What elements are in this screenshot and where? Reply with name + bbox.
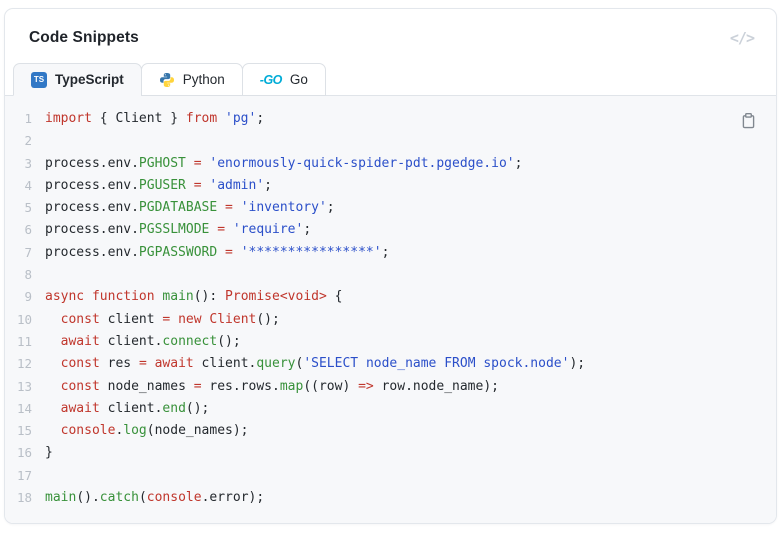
- page-title: Code Snippets: [29, 29, 139, 46]
- code-line: 10 const client = new Client();: [5, 309, 776, 331]
- code-brackets-icon: </>: [729, 29, 755, 47]
- line-content: main().catch(console.error);: [45, 490, 265, 506]
- line-number: 17: [16, 467, 32, 483]
- code-line: 18 main().catch(console.error);: [5, 487, 776, 509]
- code-snippets-panel: Code Snippets </> TS TypeScript Python -…: [4, 8, 777, 524]
- code-line: 16}: [5, 442, 776, 464]
- line-content: const client = new Client();: [60, 311, 280, 327]
- tab-label: Python: [182, 72, 225, 87]
- line-content: await client.end();: [60, 400, 210, 416]
- line-number: 7: [24, 244, 32, 260]
- code-line: 13 const node_names = res.rows.map((row)…: [5, 376, 776, 398]
- line-number: 16: [16, 445, 32, 461]
- line-content: process.env.PGDATABASE = 'inventory';: [45, 200, 335, 216]
- tab-label: TypeScript: [55, 72, 124, 87]
- code-line: 15 console.log(node_names);: [5, 420, 776, 442]
- line-content: console.log(node_names);: [60, 423, 249, 439]
- line-number: 15: [16, 423, 32, 439]
- line-content: process.env.PGHOST = 'enormously-quick-s…: [45, 155, 523, 171]
- code-line: 6 process.env.PGSSLMODE = 'require';: [5, 219, 776, 241]
- tab-typescript[interactable]: TS TypeScript: [13, 63, 142, 96]
- line-number: 18: [16, 490, 32, 506]
- code-line: 17: [5, 465, 776, 487]
- python-icon: [159, 72, 175, 88]
- line-content: const node_names = res.rows.map((row) =>…: [60, 378, 499, 394]
- code-line: 1 import { Client } from 'pg';: [5, 108, 776, 130]
- code-editor: 1 import { Client } from 'pg'; 2 3 process.e…: [5, 95, 776, 523]
- line-content: await client.connect();: [60, 333, 241, 349]
- line-content: process.env.PGPASSWORD = '**************…: [45, 244, 390, 260]
- line-content: const res = await client.query('SELECT n…: [60, 356, 586, 372]
- code-line: 7 process.env.PGPASSWORD = '*************…: [5, 242, 776, 264]
- code-line: 9 async function main(): Promise<void> {: [5, 286, 776, 308]
- line-number: 14: [16, 400, 32, 416]
- tab-label: Go: [289, 72, 308, 87]
- clipboard-icon: [740, 112, 757, 129]
- go-icon: -GO: [259, 72, 283, 87]
- code-line: 2: [5, 130, 776, 152]
- line-number: 10: [16, 311, 32, 327]
- line-number: 5: [24, 200, 32, 216]
- code-line: 4 process.env.PGUSER = 'admin';: [5, 175, 776, 197]
- line-content: }: [45, 445, 53, 461]
- line-content: import { Client } from 'pg';: [45, 111, 265, 126]
- typescript-icon: TS: [31, 71, 47, 88]
- panel-header: Code Snippets </>: [5, 9, 776, 63]
- code-lines: 1 import { Client } from 'pg'; 2 3 process.e…: [5, 108, 776, 509]
- line-number: 3: [24, 155, 32, 171]
- line-number: 12: [16, 356, 32, 372]
- line-number: 4: [24, 177, 32, 193]
- line-number: 2: [24, 133, 32, 149]
- line-number: 8: [24, 267, 32, 283]
- line-number: 9: [24, 289, 32, 305]
- line-content: async function main(): Promise<void> {: [45, 289, 343, 305]
- code-line: 11 await client.connect();: [5, 331, 776, 353]
- code-line: 8: [5, 264, 776, 286]
- line-number: 11: [16, 333, 32, 349]
- code-line: 3 process.env.PGHOST = 'enormously-quick-…: [5, 153, 776, 175]
- language-tabs: TS TypeScript Python -GO Go: [5, 63, 776, 96]
- code-line: 12 const res = await client.query('SELEC…: [5, 353, 776, 375]
- copy-code-button[interactable]: [735, 107, 761, 133]
- line-number: 13: [16, 378, 32, 394]
- code-line: 14 await client.end();: [5, 398, 776, 420]
- line-content: process.env.PGUSER = 'admin';: [45, 177, 272, 193]
- tab-go[interactable]: -GO Go: [241, 63, 326, 96]
- line-number: 1: [24, 111, 32, 126]
- tab-python[interactable]: Python: [140, 63, 243, 96]
- line-number: 6: [24, 222, 32, 238]
- line-content: process.env.PGSSLMODE = 'require';: [45, 222, 312, 238]
- code-line: 5 process.env.PGDATABASE = 'inventory';: [5, 197, 776, 219]
